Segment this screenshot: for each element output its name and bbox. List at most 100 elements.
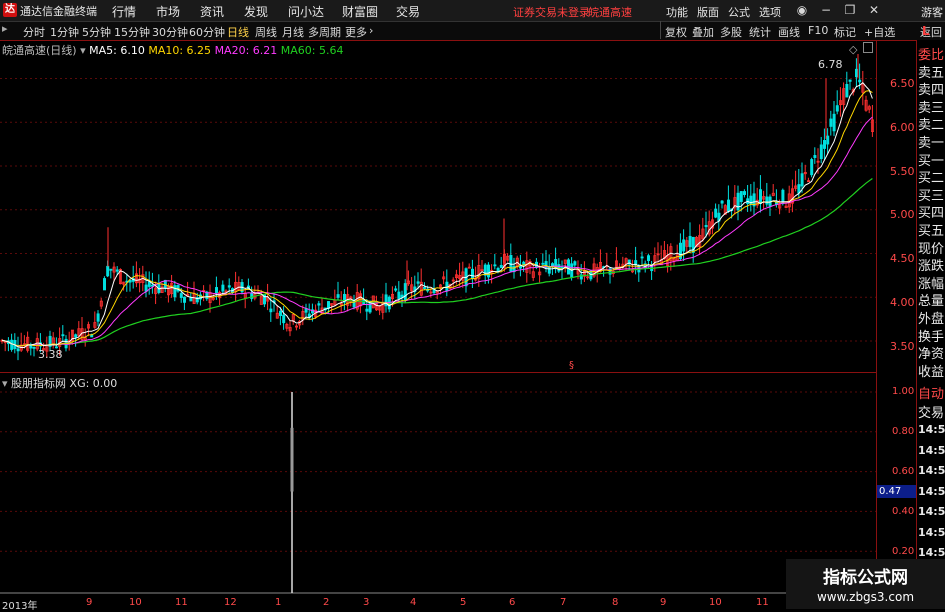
draw-line-button[interactable]: 画线	[778, 24, 800, 40]
indicator-name: 股朋指标网	[11, 377, 67, 390]
candle-body	[147, 281, 151, 287]
maximize-icon[interactable]: ❐	[841, 2, 859, 18]
candle-body	[739, 191, 743, 202]
indicator-chart[interactable]	[0, 373, 877, 595]
candle-body	[509, 254, 513, 272]
quote-label: 外盘	[918, 312, 945, 327]
x-axis-label: 10	[709, 597, 722, 608]
quote-label: 买二	[918, 171, 945, 187]
level2-icon[interactable]: L	[922, 24, 930, 38]
indicator-y-tick: 0.40	[892, 506, 915, 517]
candle-body	[855, 68, 859, 78]
menu-news[interactable]: 资讯	[200, 3, 224, 20]
candle-body	[282, 314, 286, 324]
candle-body	[416, 281, 420, 284]
quote-label: 涨幅	[918, 276, 945, 292]
candle-body	[365, 308, 369, 312]
candle-body	[470, 268, 474, 279]
candle-body	[115, 269, 119, 272]
period-daily[interactable]: 日线	[227, 24, 249, 40]
candle-body	[227, 285, 231, 288]
menu-quotes[interactable]: 行情	[112, 3, 136, 20]
period-monthly[interactable]: 月线	[282, 24, 304, 40]
candle-body	[835, 105, 839, 112]
menu-ask[interactable]: 问小达	[288, 3, 324, 20]
login-alert[interactable]: 证券交易未登录	[513, 4, 590, 20]
candle-body	[179, 293, 183, 298]
overlay-button[interactable]: 叠加	[692, 24, 714, 40]
y-tick: 5.50	[890, 165, 915, 178]
period-60min[interactable]: 60分钟	[189, 24, 225, 40]
indicator-grid	[0, 391, 876, 594]
candle-body	[848, 79, 852, 82]
y-tick: 6.50	[890, 77, 915, 90]
menu-options[interactable]: 选项	[759, 4, 781, 20]
candle-body	[826, 135, 830, 145]
period-timeshare[interactable]: 分时	[23, 24, 45, 40]
candlestick-chart[interactable]	[0, 40, 877, 373]
candle-body	[727, 199, 731, 212]
quote-label: 买四	[918, 206, 945, 222]
auto-trade-label[interactable]: 交易	[918, 402, 944, 421]
quote-label: 净资	[918, 347, 945, 363]
stats-button[interactable]: 统计	[749, 24, 771, 40]
period-weekly[interactable]: 周线	[255, 24, 277, 40]
candle-body	[214, 287, 218, 294]
period-multi[interactable]: 多周期	[308, 24, 341, 40]
ma10-line	[1, 90, 873, 347]
stock-link[interactable]: 皖通高速	[588, 4, 632, 20]
legend-toggle-icon[interactable]: ▾	[80, 44, 89, 57]
candles	[0, 54, 875, 361]
menu-layout[interactable]: 版面	[697, 4, 719, 20]
menu-formula[interactable]: 公式	[728, 4, 750, 20]
mark-button[interactable]: 标记	[834, 24, 856, 40]
candle-body	[96, 313, 100, 322]
diamond-icon[interactable]: ◇	[849, 43, 857, 56]
auto-trade-label[interactable]: 自动	[918, 383, 944, 402]
candle-body	[810, 159, 814, 176]
period-1min[interactable]: 1分钟	[50, 24, 79, 40]
quote-label: 收益	[918, 364, 945, 380]
close-icon[interactable]: ✕	[865, 2, 883, 18]
candle-body	[720, 200, 724, 204]
candle-body	[704, 224, 708, 228]
candle-body	[640, 256, 644, 259]
skin-icon[interactable]: ◉	[793, 2, 811, 18]
menu-function[interactable]: 功能	[666, 4, 688, 20]
marker-s-icon: §	[569, 360, 574, 371]
candle-body	[394, 288, 398, 291]
candle-body	[403, 283, 407, 301]
add-favorite-button[interactable]: +自选	[864, 24, 895, 40]
candle-body	[858, 79, 862, 83]
indicator-toggle-icon[interactable]: ▾	[2, 377, 11, 390]
f10-button[interactable]: F10	[808, 24, 828, 37]
axis-divider	[876, 40, 877, 609]
period-30min[interactable]: 30分钟	[152, 24, 188, 40]
x-axis-label: 11	[756, 597, 769, 608]
menu-discover[interactable]: 发现	[244, 3, 268, 20]
menu-market[interactable]: 市场	[156, 3, 180, 20]
menu-trade[interactable]: 交易	[396, 3, 420, 20]
x-axis-label: 3	[363, 597, 370, 608]
app-title: 通达信金融终端	[20, 5, 97, 18]
toolbar-arrow-icon[interactable]: ▸	[2, 22, 8, 35]
multi-stock-button[interactable]: 多股	[720, 24, 742, 40]
candle-body	[832, 113, 836, 132]
candle-body	[32, 346, 36, 349]
user-label[interactable]: 游客	[921, 4, 943, 20]
adjust-button[interactable]: 复权	[665, 24, 687, 40]
candle-body	[541, 262, 545, 265]
candle-body	[486, 264, 490, 278]
quote-label: 卖四	[918, 83, 945, 99]
quote-label: 总量	[918, 294, 945, 310]
expand-icon[interactable]	[863, 42, 873, 53]
menu-wealth[interactable]: 财富圈	[342, 3, 378, 20]
y-tick: 4.50	[890, 252, 915, 265]
period-more[interactable]: 更多	[345, 24, 367, 40]
more-chevron-icon[interactable]: ›	[369, 24, 373, 37]
x-axis-label: 9	[86, 597, 93, 608]
period-15min[interactable]: 15分钟	[114, 24, 150, 40]
candle-body	[74, 334, 78, 338]
minimize-icon[interactable]: −	[817, 2, 835, 18]
period-5min[interactable]: 5分钟	[82, 24, 111, 40]
